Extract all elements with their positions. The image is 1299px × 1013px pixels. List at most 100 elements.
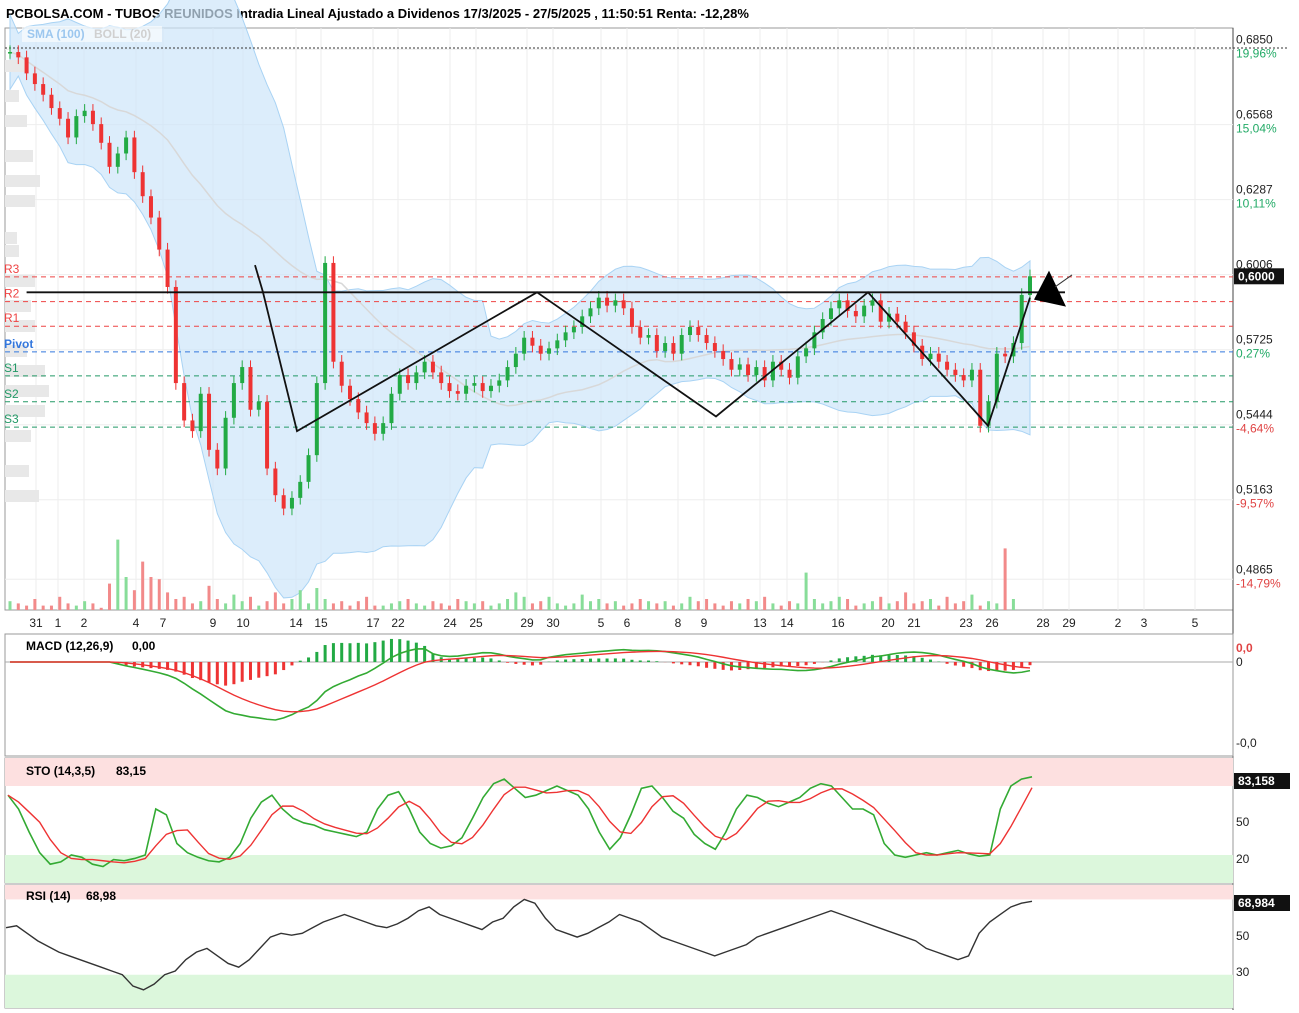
- legend-sma: SMA (100): [27, 27, 85, 41]
- volume-bar: [423, 605, 427, 610]
- candle-body: [688, 327, 692, 336]
- macd-histogram-bar: [472, 658, 476, 662]
- candle-body: [389, 393, 394, 424]
- candle-body: [588, 308, 593, 317]
- volume-bar: [265, 601, 269, 610]
- rsi-last-value: 68,984: [1238, 896, 1275, 910]
- sto-label: STO (14,3,5): [26, 764, 95, 778]
- macd-histogram-bar: [904, 655, 908, 662]
- candle-body: [721, 351, 726, 360]
- candle-body: [115, 153, 120, 167]
- x-tick-label: 9: [210, 616, 217, 630]
- candle-body: [828, 308, 833, 319]
- y-tick-price: 0,6850: [1236, 32, 1273, 46]
- candle-body: [596, 297, 601, 309]
- volume-bar: [912, 603, 916, 610]
- volume-bar: [190, 603, 194, 610]
- macd-histogram-bar: [962, 662, 966, 667]
- volume-bar: [953, 603, 957, 610]
- macd-histogram-bar: [597, 658, 601, 662]
- volume-bar: [638, 599, 642, 610]
- macd-y-tick: 0,0: [1236, 641, 1253, 655]
- macd-histogram-bar: [514, 662, 518, 664]
- x-tick-label: 10: [236, 616, 250, 630]
- rsi-oversold-zone: [5, 974, 1233, 1008]
- macd-histogram-bar: [870, 654, 874, 662]
- volume-bar: [788, 601, 792, 610]
- x-tick-label: 23: [959, 616, 973, 630]
- rsi-y-tick: 30: [1236, 965, 1250, 979]
- volume-bar: [149, 577, 153, 610]
- candle-body: [605, 297, 610, 306]
- candle-body: [256, 401, 261, 410]
- macd-histogram-bar: [671, 662, 675, 664]
- volume-bar: [41, 605, 45, 610]
- volume-profile-bar: [5, 232, 17, 244]
- candle-body: [837, 300, 842, 309]
- volume-bar: [414, 603, 418, 610]
- macd-histogram-bar: [506, 662, 510, 663]
- macd-histogram-bar: [215, 662, 219, 685]
- macd-histogram-bar: [812, 662, 816, 664]
- volume-bar: [514, 592, 518, 610]
- candle-body: [646, 335, 651, 338]
- volume-bar: [99, 607, 103, 610]
- macd-histogram-bar: [564, 659, 568, 662]
- macd-histogram-bar: [580, 658, 584, 662]
- volume-bar: [937, 605, 941, 610]
- x-tick-label: 24: [443, 616, 457, 630]
- volume-bar: [605, 603, 609, 610]
- candle-body: [613, 300, 618, 306]
- y-tick-price: 0,5444: [1236, 408, 1273, 422]
- rsi-value: 68,98: [86, 889, 116, 903]
- y-tick-price: 0,4865: [1236, 562, 1273, 576]
- macd-histogram-bar: [572, 659, 576, 662]
- volume-bar: [729, 601, 733, 610]
- x-tick-label: 20: [881, 616, 895, 630]
- volume-bar: [381, 605, 385, 610]
- macd-histogram-bar: [481, 657, 485, 662]
- volume-bar: [779, 605, 783, 610]
- x-tick-label: 8: [675, 616, 682, 630]
- legend-boll: BOLL (20): [94, 27, 151, 41]
- macd-histogram-bar: [945, 662, 949, 664]
- macd-histogram-bar: [207, 662, 211, 683]
- candle-body: [671, 343, 676, 354]
- candle-body: [464, 385, 469, 394]
- macd-histogram-bar: [464, 658, 468, 662]
- level-label-r3: R3: [4, 262, 20, 276]
- volume-bar: [406, 599, 410, 610]
- level-label-r1: R1: [4, 311, 20, 325]
- candle-body: [447, 383, 452, 392]
- volume-bar: [464, 601, 468, 610]
- macd-panel: MACD (12,26,9) 0,00 0,00 -0,0: [4, 633, 1257, 757]
- y-tick-pct: 10,11%: [1236, 197, 1276, 211]
- volume-bar: [439, 603, 443, 610]
- x-tick-label: 28: [1036, 616, 1050, 630]
- macd-y-tick: 0: [1236, 655, 1243, 669]
- y-tick-price: 0,5725: [1236, 333, 1273, 347]
- volume-bar: [1003, 548, 1007, 610]
- candle-body: [530, 337, 535, 346]
- volume-bar: [66, 603, 70, 610]
- macd-histogram-bar: [331, 643, 335, 662]
- volume-bar: [846, 599, 850, 610]
- macd-histogram-bar: [199, 662, 203, 681]
- volume-bar: [141, 561, 145, 610]
- candle-body: [555, 340, 560, 349]
- candle-body: [638, 327, 643, 338]
- x-tick-label: 9: [701, 616, 708, 630]
- candle-body: [339, 361, 344, 386]
- volume-bar: [307, 603, 311, 610]
- volume-bar: [224, 603, 228, 610]
- candle-body: [306, 455, 311, 482]
- candle-body: [124, 137, 129, 154]
- candle-body: [323, 262, 328, 384]
- volume-bar: [895, 601, 899, 610]
- candle-body: [754, 367, 759, 376]
- candle-body: [49, 94, 54, 109]
- candle-body: [804, 348, 809, 357]
- sto-y-tick: 20: [1236, 852, 1250, 866]
- macd-histogram-bar: [530, 662, 534, 666]
- macd-histogram-bar: [348, 643, 352, 662]
